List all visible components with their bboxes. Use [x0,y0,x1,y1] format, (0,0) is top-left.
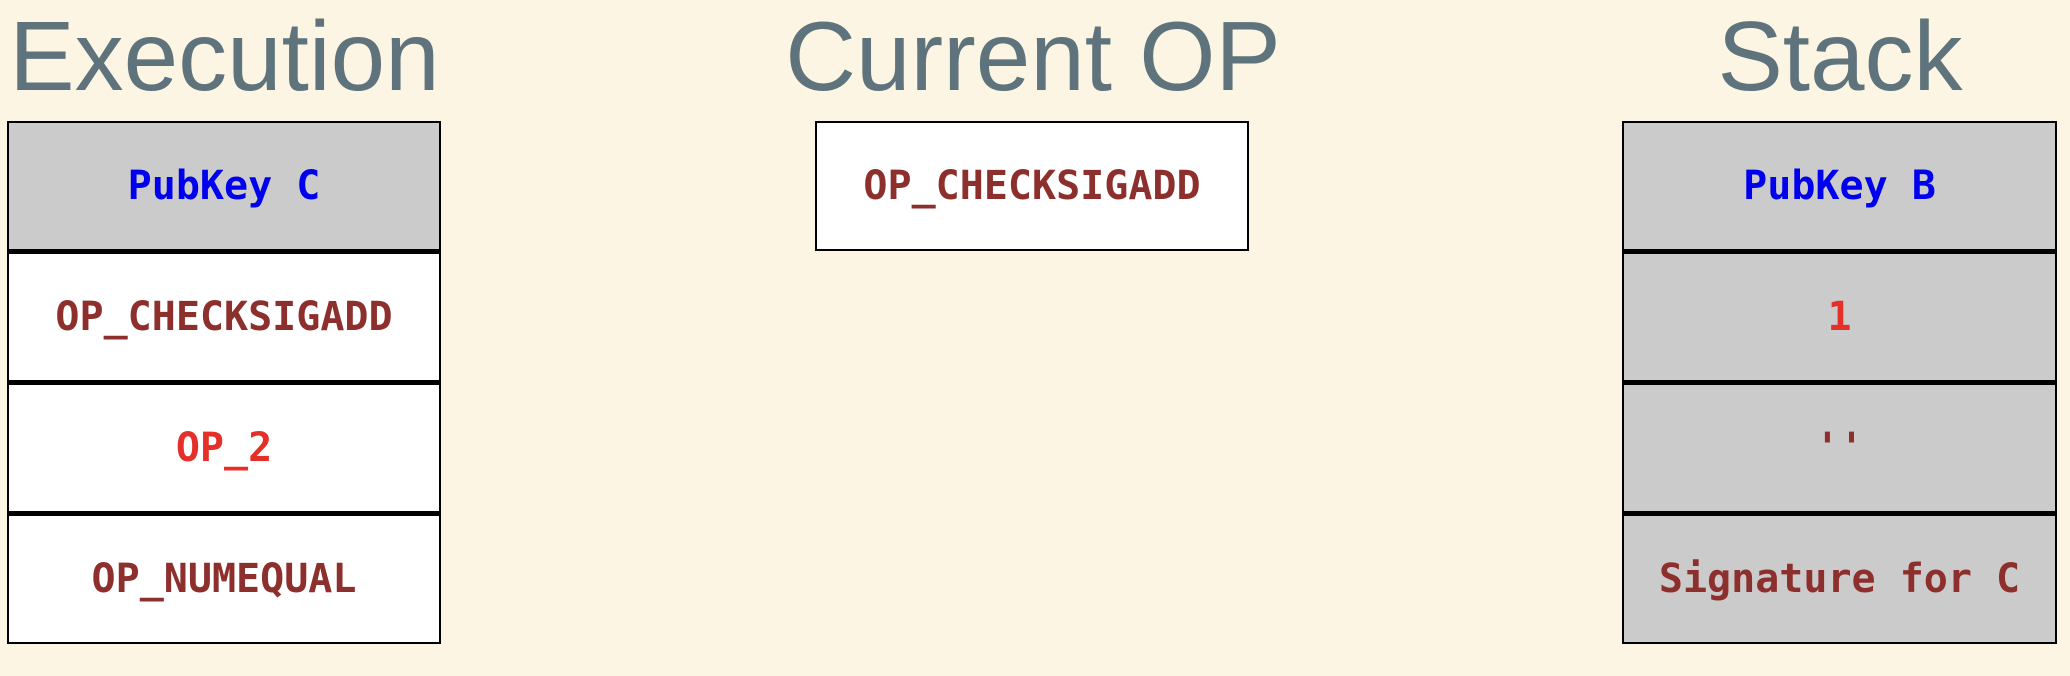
execution-title: Execution [9,1,440,111]
stack-item-pubkey-b: PubKey B [1624,123,2055,249]
stack-item-signature-c: Signature for C [1624,516,2055,642]
execution-item-op-2: OP_2 [9,385,439,511]
stack-column: PubKey B 1 '' Signature for C [1622,121,2057,644]
stack-item-empty: '' [1624,385,2055,511]
stack-title: Stack [1717,1,1963,111]
execution-item-pubkey-c: PubKey C [9,123,439,249]
stack-item-one: 1 [1624,254,2055,380]
current-op-title: Current OP [785,1,1281,111]
current-op-value: OP_CHECKSIGADD [817,123,1247,249]
execution-item-op-checksigadd: OP_CHECKSIGADD [9,254,439,380]
current-op-box: OP_CHECKSIGADD [815,121,1249,251]
execution-item-op-numequal: OP_NUMEQUAL [9,516,439,642]
execution-column: PubKey C OP_CHECKSIGADD OP_2 OP_NUMEQUAL [7,121,441,644]
